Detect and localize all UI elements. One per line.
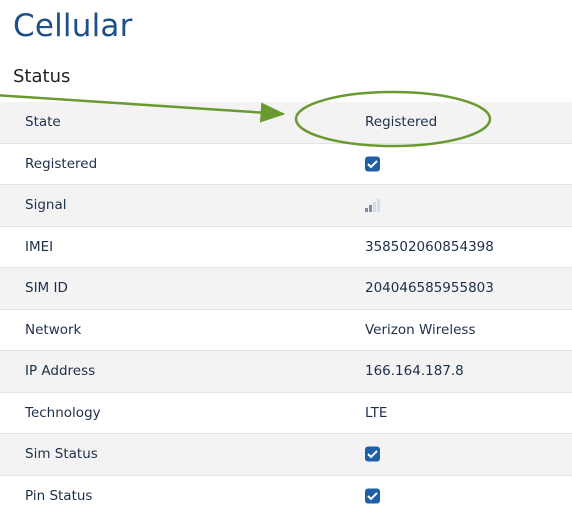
registered-checkbox[interactable] [365,156,380,172]
row-label: IP Address [25,363,96,380]
sim-status-checkbox[interactable] [365,446,380,462]
state-value: Registered [365,114,438,131]
table-row-ip-address: IP Address 166.164.187.8 [0,351,572,393]
technology-value: LTE [365,404,388,421]
row-label: State [25,114,61,131]
row-label: Sim Status [25,446,98,463]
ip-address-value: 166.164.187.8 [365,363,464,380]
row-label: Pin Status [25,487,93,504]
row-label: Technology [25,404,101,421]
table-row-sim-status: Sim Status [0,434,572,476]
table-row-network: Network Verizon Wireless [0,309,572,351]
row-label: SIM ID [25,280,68,297]
checkmark-icon [367,160,378,169]
status-table: State Registered Registered Signal IMEI … [0,102,572,508]
sim-id-value: 204046585955803 [365,280,494,297]
signal-strength-icon [365,199,380,213]
imei-value: 358502060854398 [365,238,494,255]
checkmark-icon [367,450,378,459]
row-label: IMEI [25,238,54,255]
network-value: Verizon Wireless [365,321,476,338]
table-row-technology: Technology LTE [0,392,572,434]
section-title: Status [13,66,71,87]
row-label: Network [25,321,82,338]
cellular-page: Cellular Status State Registered Registe… [0,0,572,508]
table-row-state: State Registered [0,102,572,144]
page-title: Cellular [13,8,133,44]
table-row-imei: IMEI 358502060854398 [0,226,572,268]
table-row-signal: Signal [0,185,572,227]
checkmark-icon [367,492,378,501]
row-label: Signal [25,197,67,214]
row-label: Registered [25,155,98,172]
table-row-registered: Registered [0,143,572,185]
table-row-pin-status: Pin Status [0,475,572,508]
table-row-sim-id: SIM ID 204046585955803 [0,268,572,310]
pin-status-checkbox[interactable] [365,488,380,504]
